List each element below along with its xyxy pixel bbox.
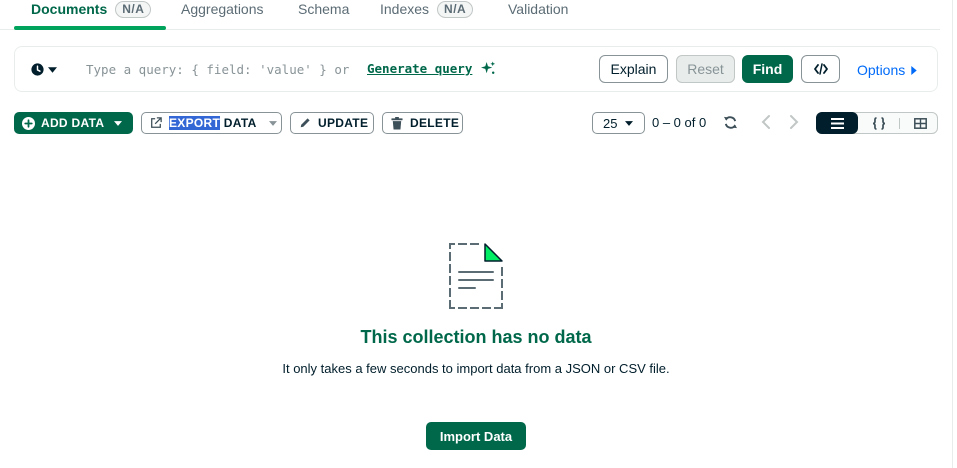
- tab-validation[interactable]: Validation: [508, 0, 568, 30]
- curly-braces-icon: [872, 116, 886, 130]
- tab-indexes[interactable]: Indexes N/A: [380, 0, 474, 30]
- list-view-button[interactable]: [816, 112, 858, 134]
- view-toggle-divider: [899, 118, 900, 129]
- empty-state-description: It only takes a few seconds to import da…: [282, 361, 670, 376]
- tab-aggregations-label: Aggregations: [181, 1, 264, 17]
- collection-tabs: Documents N/A Aggregations Schema Indexe…: [0, 0, 940, 30]
- trash-icon: [391, 116, 403, 130]
- refresh-icon[interactable]: [723, 115, 738, 130]
- chevron-left-icon[interactable]: [761, 114, 771, 130]
- pagination-range: 0 – 0 of 0: [652, 115, 707, 130]
- active-tab-indicator: [14, 26, 166, 30]
- delete-button[interactable]: DELETE: [382, 112, 463, 134]
- delete-label: DELETE: [410, 116, 460, 130]
- list-icon: [830, 117, 844, 129]
- page-size-value: 25: [603, 115, 618, 131]
- clock-icon: [31, 63, 44, 76]
- export-icon: [151, 117, 162, 128]
- options-label: Options: [857, 62, 906, 78]
- export-label-rest: DATA: [220, 116, 257, 130]
- export-data-button[interactable]: EXPORT DATA: [141, 112, 282, 134]
- explain-button[interactable]: Explain: [599, 55, 668, 83]
- empty-document-icon: [449, 243, 503, 309]
- export-label-selected: EXPORT: [169, 116, 221, 130]
- options-toggle[interactable]: Options: [857, 62, 917, 78]
- add-data-button[interactable]: ADD DATA: [14, 112, 133, 134]
- query-bar: Type a query: { field: 'value' } or Gene…: [14, 46, 938, 92]
- find-button[interactable]: Find: [742, 55, 793, 83]
- code-view-button[interactable]: [801, 55, 840, 83]
- reset-button[interactable]: Reset: [676, 55, 735, 83]
- caret-down-icon: [625, 120, 634, 126]
- generate-query-link[interactable]: Generate query: [367, 61, 472, 76]
- sparkle-icon: [481, 61, 496, 74]
- caret-right-icon: [911, 65, 917, 75]
- caret-down-icon: [268, 120, 277, 126]
- update-label: UPDATE: [318, 116, 369, 130]
- tab-documents-label: Documents: [31, 1, 108, 17]
- view-toggle: [816, 112, 938, 134]
- table-view-button[interactable]: [901, 112, 939, 134]
- tab-schema-label: Schema: [298, 1, 350, 17]
- empty-state-title: This collection has no data: [360, 327, 592, 347]
- tab-validation-label: Validation: [508, 1, 569, 17]
- tab-schema[interactable]: Schema: [298, 0, 349, 30]
- import-data-button[interactable]: Import Data: [426, 422, 526, 450]
- page-size-select[interactable]: 25: [592, 112, 645, 134]
- update-button[interactable]: UPDATE: [290, 112, 374, 134]
- code-icon: [813, 63, 828, 75]
- table-icon: [913, 117, 927, 129]
- caret-down-icon: [114, 120, 123, 126]
- plus-circle-icon: [22, 116, 35, 130]
- add-data-label: ADD DATA: [41, 116, 105, 130]
- tab-documents-badge: N/A: [115, 1, 152, 18]
- tab-aggregations[interactable]: Aggregations: [181, 0, 264, 30]
- chevron-right-icon[interactable]: [789, 114, 799, 130]
- query-input[interactable]: Type a query: { field: 'value' } or: [86, 62, 349, 77]
- pencil-icon: [300, 118, 310, 128]
- caret-down-icon: [48, 66, 57, 73]
- panel-divider: [952, 0, 953, 468]
- tab-indexes-badge: N/A: [437, 1, 474, 18]
- query-history-button[interactable]: [31, 63, 57, 76]
- tab-indexes-label: Indexes: [380, 1, 430, 17]
- json-view-button[interactable]: [861, 112, 897, 134]
